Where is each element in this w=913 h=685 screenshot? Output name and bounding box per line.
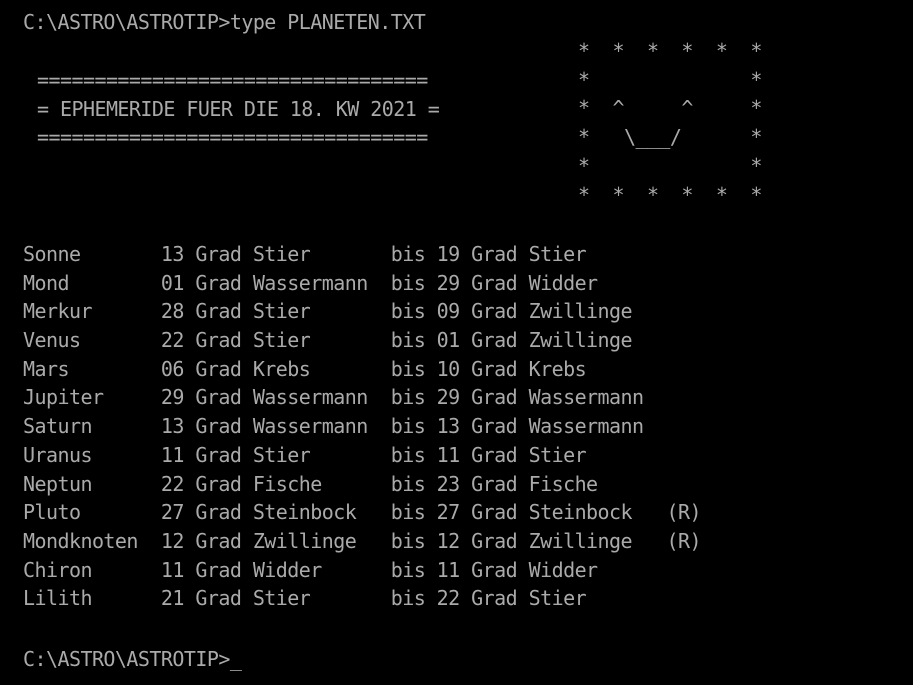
table-row: Lilith 21 Grad Stier bis 22 Grad Stier [23, 586, 587, 611]
planet-ephemeris-table: Sonne 13 Grad Stier bis 19 Grad Stier Mon… [23, 240, 702, 613]
table-row: Merkur 28 Grad Stier bis 09 Grad Zwillin… [23, 299, 633, 324]
table-row: Venus 22 Grad Stier bis 01 Grad Zwilling… [23, 328, 633, 353]
table-row: Saturn 13 Grad Wassermann bis 13 Grad Wa… [23, 414, 644, 439]
smiley-ascii-art: * * * * * * * * * ^ ^ * * \___/ * * * * … [578, 39, 762, 207]
table-row: Uranus 11 Grad Stier bis 11 Grad Stier [23, 442, 587, 467]
header-title-line: = EPHEMERIDE FUER DIE 18. KW 2021 = [37, 96, 440, 121]
ephemeris-header-block: ================================== = EPH… [37, 66, 440, 152]
final-prompt-line[interactable]: C:\ASTRO\ASTROTIP>_ [23, 645, 242, 674]
table-row: Chiron 11 Grad Widder bis 11 Grad Widder [23, 557, 598, 582]
table-row: Mond 01 Grad Wassermann bis 29 Grad Widd… [23, 270, 598, 295]
terminal-screen[interactable]: C:\ASTRO\ASTROTIP>type PLANETEN.TXT ====… [0, 0, 913, 685]
command-prompt-line: C:\ASTRO\ASTROTIP>type PLANETEN.TXT [23, 10, 426, 34]
table-row: Pluto 27 Grad Steinbock bis 27 Grad Stei… [23, 500, 702, 525]
table-row: Jupiter 29 Grad Wassermann bis 29 Grad W… [23, 385, 644, 410]
table-row: Mars 06 Grad Krebs bis 10 Grad Krebs [23, 356, 587, 381]
header-rule-bottom: ================================== [37, 125, 428, 150]
table-row: Sonne 13 Grad Stier bis 19 Grad Stier [23, 242, 587, 266]
header-rule-top: ================================== [37, 68, 428, 92]
table-row: Mondknoten 12 Grad Zwillinge bis 12 Grad… [23, 528, 702, 553]
table-row: Neptun 22 Grad Fische bis 23 Grad Fische [23, 471, 598, 496]
